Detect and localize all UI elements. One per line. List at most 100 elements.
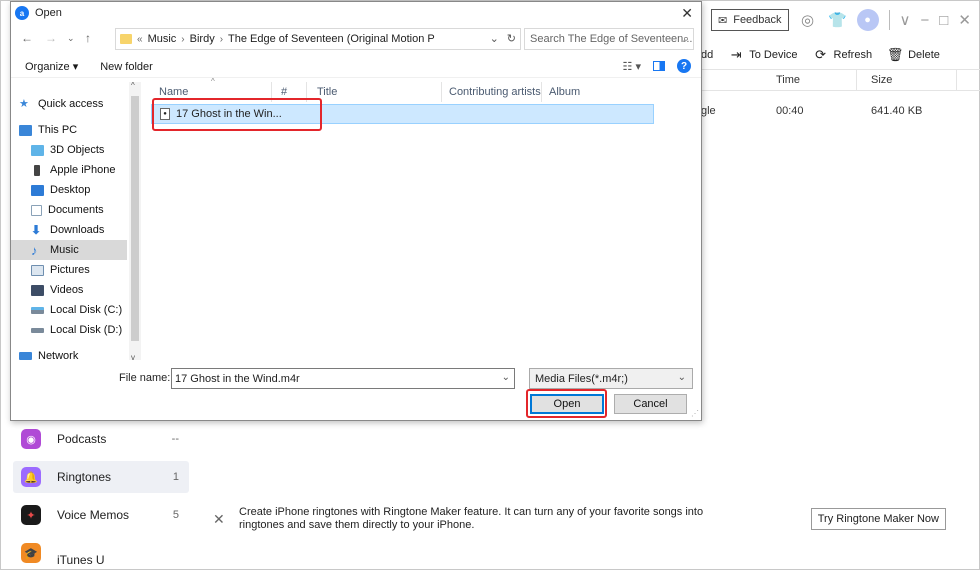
close-icon[interactable]: ✕ [213, 511, 229, 528]
tree-item-label: Documents [48, 204, 104, 216]
breadcrumb-item[interactable]: Music [148, 33, 177, 45]
refresh-icon: ⟳ [815, 47, 826, 62]
refresh-label: Refresh [833, 49, 873, 61]
breadcrumb-item[interactable]: Birdy [190, 33, 215, 45]
tree-item-music[interactable]: ♪ Music [11, 240, 127, 260]
column-header-name[interactable]: Name [159, 86, 188, 98]
sidebar-item-voice-memos[interactable]: ✦ Voice Memos 5 [13, 499, 189, 531]
address-bar[interactable]: « Music › Birdy › The Edge of Seventeen … [115, 28, 521, 50]
try-ringtone-maker-button[interactable]: Try Ringtone Maker Now [810, 508, 946, 530]
computer-icon [19, 124, 32, 136]
column-header-number[interactable]: # [281, 86, 287, 98]
cancel-button[interactable]: Cancel [614, 394, 687, 414]
column-header-size[interactable]: Size [871, 74, 892, 86]
tree-item-this-pc[interactable]: This PC [11, 120, 127, 140]
column-header-album[interactable]: Album [549, 86, 580, 98]
forward-arrow-icon[interactable]: → [45, 31, 57, 45]
to-device-button[interactable]: ⇥ To Device [729, 47, 798, 62]
view-options-icon[interactable]: ☷ ▾ [623, 60, 641, 73]
delete-label: Delete [908, 49, 940, 61]
tree-item-label: Network [38, 350, 79, 360]
tree-item-downloads[interactable]: ⬇ Downloads [11, 220, 127, 240]
divider [888, 10, 890, 30]
new-folder-button[interactable]: New folder [100, 61, 153, 73]
shirt-icon[interactable]: 👕 [827, 9, 849, 31]
tree-item-label: Desktop [50, 184, 91, 196]
file-name-input[interactable]: 17 Ghost in the Wind.m4r ⌄ [171, 368, 515, 389]
picture-icon [31, 264, 44, 276]
column-header-time[interactable]: Time [776, 74, 800, 86]
close-icon[interactable]: ✕ [958, 11, 971, 29]
to-device-label: To Device [749, 49, 798, 61]
scroll-down-icon[interactable]: v [131, 353, 135, 362]
preview-pane-icon[interactable] [653, 61, 665, 71]
close-icon[interactable]: ✕ [681, 5, 693, 22]
chevron-down-icon[interactable]: ⌄ [502, 372, 510, 383]
feedback-label: Feedback [733, 14, 782, 26]
tree-item-label: Pictures [50, 264, 90, 276]
help-icon[interactable]: ? [677, 59, 691, 73]
tree-item-documents[interactable]: Documents [11, 200, 127, 220]
tree-item-label: Music [50, 244, 79, 256]
column-header-contributing-artists[interactable]: Contributing artists [449, 86, 541, 98]
tree-item-apple-iphone[interactable]: Apple iPhone [11, 160, 127, 180]
navigation-scrollbar[interactable]: ^ v [129, 81, 141, 362]
delete-button[interactable]: 🗑 Delete [887, 47, 940, 62]
folder-icon [120, 34, 132, 44]
back-arrow-icon[interactable]: ← [21, 31, 33, 45]
tree-item-network[interactable]: Network [11, 346, 127, 360]
tree-item-quick-access[interactable]: ★ Quick access [11, 94, 127, 114]
video-icon [31, 284, 44, 296]
sidebar-item-label: iTunes U [57, 553, 105, 567]
search-input[interactable]: Search The Edge of Seventeen... ⌕ [524, 28, 694, 50]
search-circle-icon[interactable]: ◎ [797, 9, 819, 31]
maximize-icon[interactable]: □ [939, 12, 948, 29]
sidebar-item-itunes-u[interactable]: 🎓 iTunes U [13, 541, 189, 567]
phone-icon [34, 164, 40, 176]
chevron-down-icon[interactable]: ⌄ [490, 32, 499, 45]
file-name-row: File name: 17 Ghost in the Wind.m4r ⌄ Me… [11, 368, 701, 390]
refresh-icon[interactable]: ↻ [507, 32, 516, 45]
sidebar-item-label: Podcasts [57, 432, 107, 446]
disk-icon [31, 306, 44, 314]
column-divider [441, 82, 442, 102]
avatar[interactable]: ● [856, 9, 879, 31]
tree-item-videos[interactable]: Videos [11, 280, 127, 300]
minimize-icon[interactable]: − [921, 12, 930, 29]
tree-item-local-disk-c[interactable]: Local Disk (C:) [11, 300, 127, 320]
chevron-down-icon[interactable]: ∨ [900, 11, 911, 29]
tree-item-desktop[interactable]: Desktop [11, 180, 127, 200]
mail-icon: ✉ [718, 14, 728, 27]
chevron-right-icon: › [181, 33, 185, 45]
tree-item-3d-objects[interactable]: 3D Objects [11, 140, 127, 160]
export-icon: ⇥ [730, 47, 742, 62]
breadcrumb-overflow[interactable]: « [137, 34, 143, 45]
app-logo-icon: a [15, 6, 29, 20]
tree-item-label: Apple iPhone [50, 164, 116, 176]
file-name-value: 17 Ghost in the Wind.m4r [175, 372, 300, 385]
refresh-button[interactable]: ⟳ Refresh [814, 47, 873, 62]
breadcrumb-item[interactable]: The Edge of Seventeen (Original Motion P [228, 33, 435, 45]
feedback-button[interactable]: ✉ Feedback [711, 9, 789, 31]
sidebar-item-podcasts[interactable]: ◉ Podcasts -- [13, 423, 189, 455]
column-header-title[interactable]: Title [317, 86, 337, 98]
file-type-select[interactable]: Media Files(*.m4r;) ⌄ [529, 368, 693, 389]
tree-item-label: Local Disk (C:) [50, 304, 123, 316]
tree-item-pictures[interactable]: Pictures [11, 260, 127, 280]
resize-grip-icon[interactable]: ⋰ [691, 409, 699, 418]
row-size: 641.40 KB [871, 105, 923, 117]
chevron-down-icon: ⌄ [677, 372, 686, 383]
sidebar-item-ringtones[interactable]: 🔔 Ringtones 1 [13, 461, 189, 493]
scrollbar-thumb[interactable] [131, 96, 139, 341]
column-divider [856, 70, 857, 90]
add-button[interactable]: dd [701, 49, 713, 61]
promo-line-2: ringtones and save them directly to your… [239, 519, 475, 531]
tree-item-label: Quick access [38, 98, 104, 110]
table-row[interactable]: gle 00:40 641.40 KB [701, 105, 980, 121]
up-arrow-icon[interactable]: ↑ [85, 31, 91, 45]
organize-button[interactable]: Organize ▾ [25, 60, 78, 73]
tree-item-local-disk-d[interactable]: Local Disk (D:) [11, 320, 127, 340]
graduation-cap-icon: 🎓 [21, 543, 41, 563]
recent-locations-icon[interactable]: ⌄ [67, 33, 75, 44]
scroll-up-icon[interactable]: ^ [131, 81, 135, 90]
